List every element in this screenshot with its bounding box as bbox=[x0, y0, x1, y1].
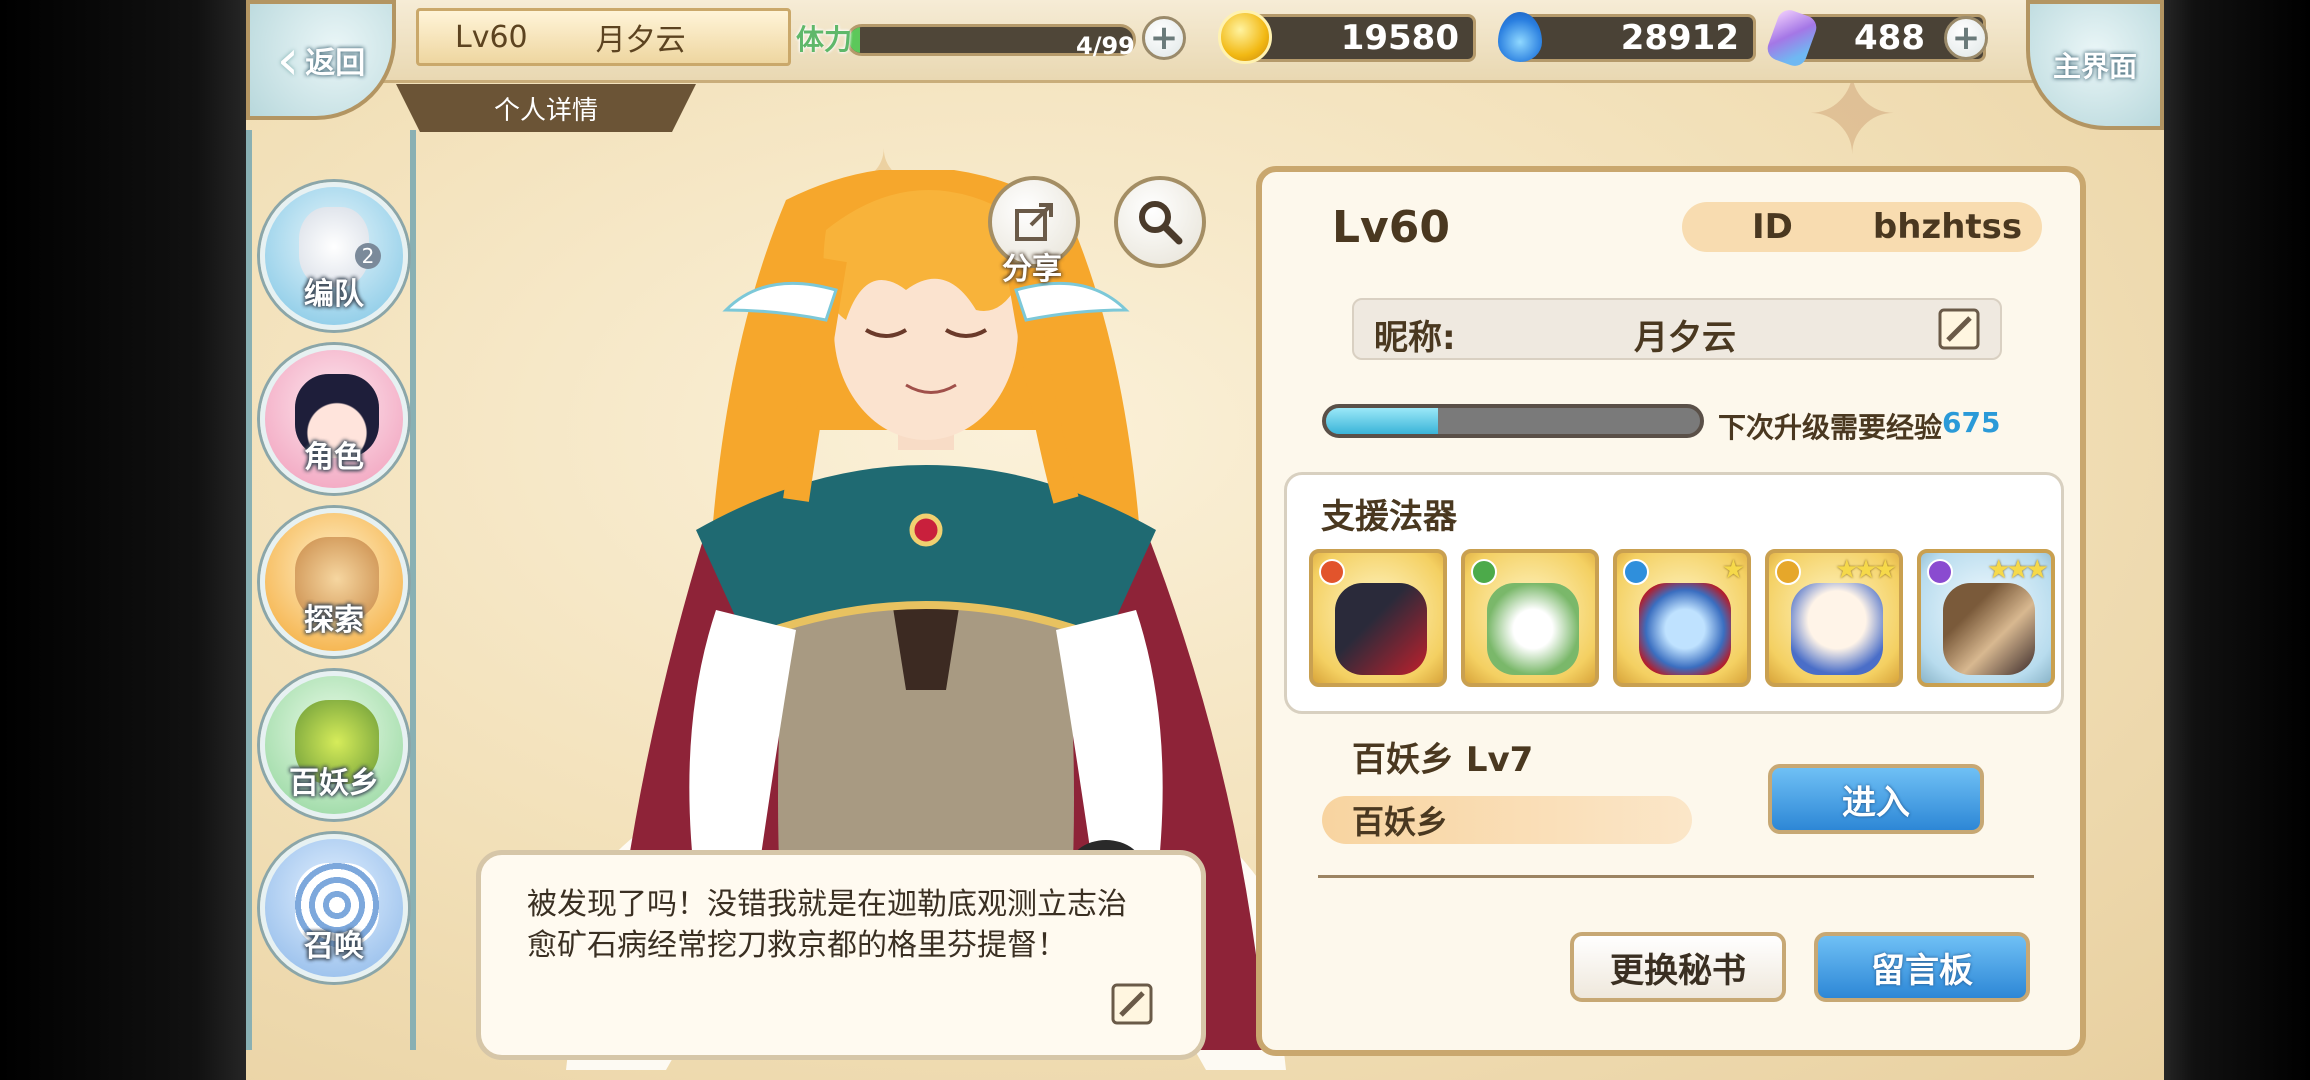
support-item[interactable]: ★ bbox=[1613, 549, 1751, 687]
left-letterbox bbox=[0, 0, 246, 1080]
edit-icon bbox=[1111, 983, 1153, 1025]
item-stars: ★ bbox=[1721, 555, 1745, 585]
id-value: bhzhtss bbox=[1872, 207, 2023, 247]
snow-globe-icon bbox=[1791, 583, 1883, 675]
support-item[interactable] bbox=[1309, 549, 1447, 687]
gold-value: 19580 bbox=[1340, 18, 1459, 58]
nav-explore[interactable]: 探索 bbox=[260, 508, 408, 656]
id-label: ID bbox=[1752, 207, 1793, 247]
element-icon bbox=[1319, 559, 1345, 585]
bell-orchid-icon bbox=[1487, 583, 1579, 675]
share-icon bbox=[1015, 203, 1053, 241]
change-secretary-button[interactable]: 更换秘书 bbox=[1570, 932, 1786, 1002]
nav-character-label: 角色 bbox=[304, 440, 364, 475]
village-title: 百妖乡 Lv7 bbox=[1352, 740, 1534, 780]
nickname-field: 昵称: 月夕云 bbox=[1352, 298, 2002, 360]
edit-speech-button[interactable] bbox=[1109, 981, 1155, 1027]
profile-panel: Lv60 ID bhzhtss 昵称: 月夕云 下次升级需要经验 675 支援法… bbox=[1256, 166, 2086, 1056]
stamina-value: 4/99 bbox=[1076, 32, 1135, 60]
edit-icon bbox=[1938, 308, 1980, 350]
soul-counter: 28912 bbox=[1516, 14, 1756, 62]
home-label: 主界面 bbox=[2052, 50, 2137, 83]
enter-village-button[interactable]: 进入 bbox=[1768, 764, 1984, 834]
nav-team[interactable]: 2 编队 bbox=[260, 182, 408, 330]
add-gems-button[interactable]: + bbox=[1944, 16, 1988, 60]
exp-value: 675 bbox=[1942, 406, 2001, 439]
nickname-label: 昵称: bbox=[1374, 318, 1456, 358]
personal-details-tab[interactable]: 个人详情 bbox=[396, 84, 696, 132]
gold-coin-icon bbox=[1218, 10, 1272, 64]
exp-bar bbox=[1322, 404, 1704, 438]
game-screen: ✦ ✦ ✦ Lv60 月夕云 体力 4/99 + 19580 28912 488… bbox=[246, 0, 2164, 1080]
nav-character[interactable]: 角色 bbox=[260, 345, 408, 493]
add-stamina-button[interactable]: + bbox=[1142, 16, 1186, 60]
back-label: 返回 bbox=[305, 46, 366, 81]
zoom-search-button[interactable] bbox=[1114, 176, 1206, 268]
nav-summon[interactable]: 召唤 bbox=[260, 834, 408, 982]
support-item[interactable] bbox=[1461, 549, 1599, 687]
gem-value: 488 bbox=[1854, 18, 1925, 58]
nav-summon-label: 召唤 bbox=[304, 929, 364, 964]
right-letterbox bbox=[2164, 0, 2310, 1080]
message-board-button[interactable]: 留言板 bbox=[1814, 932, 2030, 1002]
nickname-value: 月夕云 bbox=[1634, 318, 1736, 358]
fish-fan-icon bbox=[1943, 583, 2035, 675]
speech-text: 被发现了吗！没错我就是在迦勒底观测立志治愈矿石病经常挖刀救京都的格里芬提督！ bbox=[527, 887, 1127, 963]
edit-nickname-button[interactable] bbox=[1936, 306, 1982, 352]
search-icon bbox=[1139, 201, 1183, 245]
item-stars: ★★★ bbox=[1835, 555, 1897, 585]
top-bar: Lv60 月夕云 体力 4/99 + 19580 28912 488 + bbox=[246, 0, 2164, 83]
back-button[interactable]: ‹ 返回 bbox=[246, 0, 396, 120]
element-icon bbox=[1775, 559, 1801, 585]
team-badge: 2 bbox=[355, 243, 381, 269]
top-level: Lv60 bbox=[455, 19, 528, 55]
stamina-meter: 体力 4/99 bbox=[796, 14, 1176, 64]
exp-fill bbox=[1326, 408, 1439, 434]
top-player-name: 月夕云 bbox=[595, 23, 686, 58]
exp-label: 下次升级需要经验 bbox=[1718, 411, 1943, 444]
panel-divider bbox=[1318, 875, 2034, 878]
nav-village-label: 百妖乡 bbox=[289, 766, 379, 801]
support-title: 支援法器 bbox=[1321, 497, 1457, 537]
nav-explore-label: 探索 bbox=[304, 603, 364, 638]
side-nav: 2 编队 角色 探索 百妖乡 召唤 bbox=[246, 130, 416, 1050]
stamina-label: 体力 bbox=[796, 23, 853, 56]
player-id: ID bhzhtss bbox=[1682, 202, 2042, 252]
home-button[interactable]: 主界面 bbox=[2026, 0, 2164, 130]
nav-team-label: 编队 bbox=[304, 277, 364, 312]
speech-bubble: 被发现了吗！没错我就是在迦勒底观测立志治愈矿石病经常挖刀救京都的格里芬提督！ bbox=[476, 850, 1206, 1060]
fox-plate-icon bbox=[1639, 583, 1731, 675]
level-name-plate: Lv60 月夕云 bbox=[416, 8, 791, 66]
support-artifacts: 支援法器 ★ ★★★ ★★★ bbox=[1284, 472, 2064, 714]
support-item[interactable]: ★★★ bbox=[1917, 549, 2055, 687]
element-icon bbox=[1623, 559, 1649, 585]
back-arrow-icon: ‹ bbox=[276, 27, 300, 93]
element-icon bbox=[1927, 559, 1953, 585]
village-name: 百妖乡 bbox=[1322, 796, 1692, 844]
support-item[interactable]: ★★★ bbox=[1765, 549, 1903, 687]
soul-value: 28912 bbox=[1620, 18, 1739, 58]
nav-village[interactable]: 百妖乡 bbox=[260, 671, 408, 819]
item-stars: ★★★ bbox=[1987, 555, 2049, 585]
gold-counter: 19580 bbox=[1236, 14, 1476, 62]
panel-level: Lv60 bbox=[1332, 202, 1450, 253]
element-icon bbox=[1471, 559, 1497, 585]
fan-item-icon bbox=[1335, 583, 1427, 675]
share-label: 分享 bbox=[1002, 252, 1062, 287]
